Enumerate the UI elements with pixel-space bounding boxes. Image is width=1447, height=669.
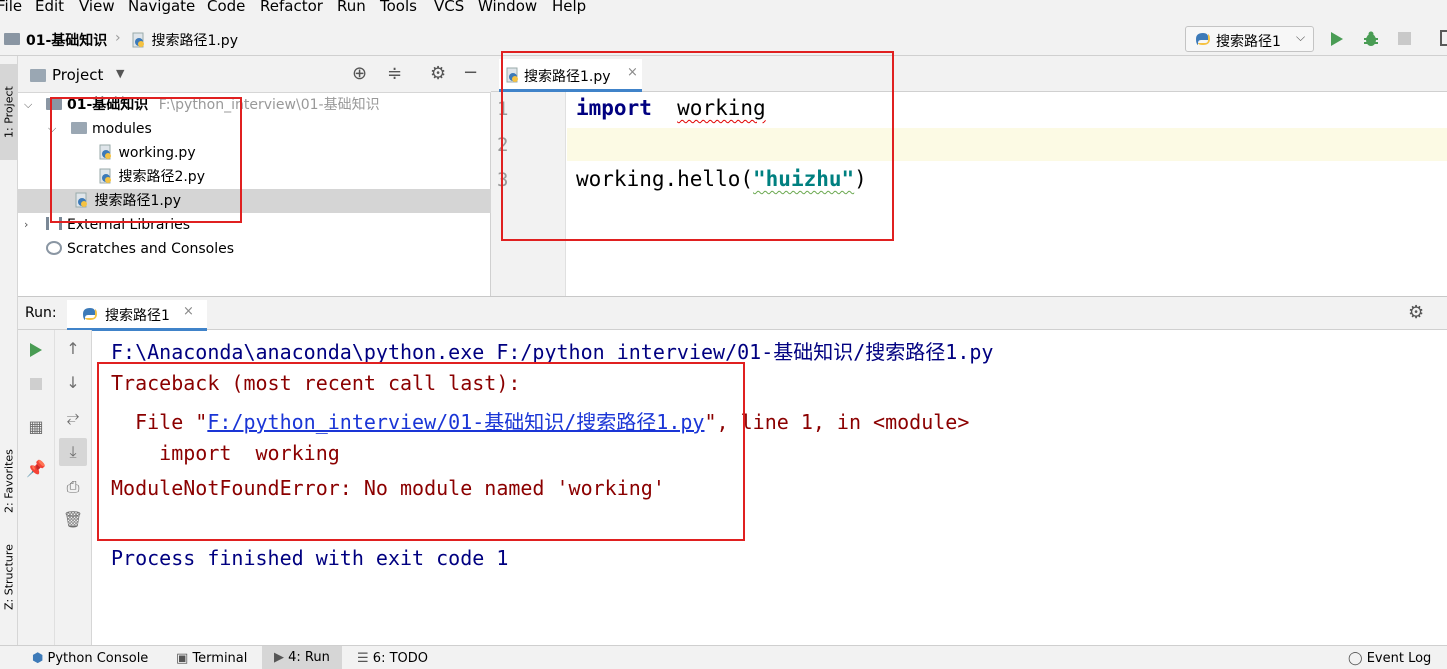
- layout-icon[interactable]: [1440, 30, 1447, 46]
- minimize-icon[interactable]: −: [463, 62, 478, 83]
- bottom-tool-bar: ⬢ Python Console ▣ Terminal ▶ 4: Run ☰ 6…: [0, 645, 1447, 669]
- breadcrumb-project[interactable]: 01-基础知识: [26, 30, 107, 50]
- close-icon[interactable]: ×: [183, 304, 194, 319]
- menu-run[interactable]: Run: [337, 0, 366, 15]
- bottom-tab-terminal[interactable]: ▣ Terminal: [176, 651, 247, 666]
- menu-code[interactable]: Code: [207, 0, 245, 15]
- rerun-play-icon[interactable]: [29, 342, 43, 358]
- menu-navigate[interactable]: Navigate: [128, 0, 195, 15]
- chevron-down-icon[interactable]: ▼: [116, 67, 124, 80]
- collapse-all-icon[interactable]: ≑: [387, 63, 402, 84]
- arrow-up-icon[interactable]: ↑: [62, 338, 84, 360]
- scratches-icon: [46, 241, 62, 255]
- folder-icon: [4, 33, 20, 45]
- bottom-tab-todo[interactable]: ☰ 6: TODO: [357, 651, 428, 666]
- annotation-box-traceback: [97, 362, 745, 541]
- tool-tab-structure[interactable]: Z: Structure: [0, 532, 18, 622]
- stop-icon[interactable]: [1398, 32, 1411, 45]
- print-icon[interactable]: ⎙: [62, 476, 84, 498]
- tree-label: Scratches and Consoles: [67, 241, 234, 257]
- project-view-icon: [30, 69, 46, 82]
- terminal-icon: ▣: [176, 651, 189, 666]
- chevron-down-icon: ⌵: [1296, 30, 1306, 44]
- layout-icon[interactable]: ▦: [25, 416, 47, 438]
- menu-refactor[interactable]: Refactor: [260, 0, 323, 15]
- bottom-tab-run[interactable]: ▶ 4: Run: [262, 646, 342, 669]
- gear-icon[interactable]: ⚙: [1408, 302, 1424, 323]
- menu-view[interactable]: View: [79, 0, 115, 15]
- project-panel-title[interactable]: Project: [52, 66, 103, 84]
- run-tab-label: 搜索路径1: [105, 308, 170, 324]
- list-icon: ☰: [357, 651, 369, 666]
- run-panel-header: Run: 搜索路径1 × ⚙: [18, 296, 1447, 331]
- run-tab[interactable]: 搜索路径1 ×: [67, 300, 207, 331]
- chevron-right-icon[interactable]: ›: [24, 213, 28, 237]
- locate-target-icon[interactable]: ⊕: [352, 63, 367, 84]
- chevron-down-icon[interactable]: ⌵: [24, 93, 32, 117]
- run-configuration-select[interactable]: 搜索路径1 ⌵: [1185, 26, 1314, 52]
- menu-help[interactable]: Help: [552, 0, 586, 15]
- left-tool-stripe: 1: Project 2: Favorites Z: Structure: [0, 56, 18, 645]
- run-play-icon[interactable]: [1330, 31, 1344, 47]
- tree-row-scratches[interactable]: Scratches and Consoles: [18, 237, 491, 261]
- bottom-tab-event-log[interactable]: ◯ Event Log: [1348, 651, 1431, 666]
- run-play-icon: ▶: [274, 650, 284, 665]
- breadcrumb-separator-icon: ›: [115, 30, 121, 46]
- menu-vcs[interactable]: VCS: [434, 0, 464, 15]
- annotation-box-editor: [501, 51, 894, 241]
- arrow-down-icon[interactable]: ↓: [62, 372, 84, 394]
- python-icon: [1196, 33, 1210, 45]
- trash-icon[interactable]: 🗑: [62, 509, 84, 531]
- menu-window[interactable]: Window: [478, 0, 537, 15]
- run-panel-label: Run:: [25, 305, 57, 321]
- breadcrumb-file[interactable]: 搜索路径1.py: [131, 30, 238, 50]
- python-icon: [83, 308, 97, 320]
- event-log-icon: ◯: [1348, 651, 1363, 666]
- tool-tab-favorites[interactable]: 2: Favorites: [0, 416, 18, 546]
- pin-icon[interactable]: 📌: [25, 458, 47, 480]
- python-file-icon: [132, 32, 144, 48]
- soft-wrap-icon[interactable]: ⥂: [62, 406, 84, 428]
- gear-icon[interactable]: ⚙: [430, 63, 446, 84]
- python-icon: ⬢: [32, 651, 44, 666]
- bottom-tab-python-console[interactable]: ⬢ Python Console: [32, 651, 148, 666]
- project-panel-header: Project ▼ ⊕ ≑ ⚙ −: [18, 56, 491, 93]
- stop-icon[interactable]: [30, 378, 42, 390]
- menu-edit[interactable]: Edit: [35, 0, 64, 15]
- menu-tools[interactable]: Tools: [380, 0, 417, 15]
- run-configuration-label: 搜索路径1: [1216, 34, 1281, 50]
- console-exit-line: Process finished with exit code 1: [111, 546, 509, 570]
- run-toolbar-primary: ▦ 📌: [18, 330, 55, 645]
- tool-tab-project[interactable]: 1: Project: [0, 64, 18, 160]
- debug-bug-icon[interactable]: [1362, 30, 1380, 48]
- menu-file[interactable]: File: [0, 0, 22, 15]
- scroll-to-end-icon[interactable]: ⤓: [59, 438, 87, 466]
- annotation-box-project-tree: [50, 97, 242, 223]
- run-toolbar-secondary: ↑ ↓ ⥂ ⤓ ⎙ 🗑: [55, 330, 92, 645]
- menu-bar: File Edit View Navigate Code Refactor Ru…: [0, 0, 1447, 17]
- console-command-line: F:\Anaconda\anaconda\python.exe F:/pytho…: [111, 340, 994, 364]
